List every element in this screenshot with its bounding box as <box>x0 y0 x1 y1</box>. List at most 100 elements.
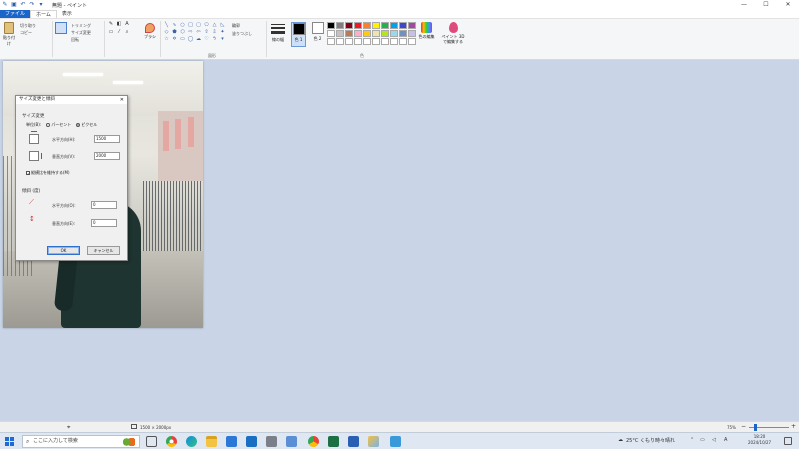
unit-pixels-radio[interactable]: ピクセル <box>76 122 97 128</box>
canvas-area[interactable]: サイズ変更と傾斜 ✕ サイズ変更 単位(B): パーセント ピクセル 水平方向(… <box>0 60 799 421</box>
cut-button[interactable]: 切り取り <box>20 22 36 29</box>
palette-swatch[interactable] <box>399 38 407 45</box>
down-arrow-shape-icon[interactable]: ⇩ <box>211 29 218 35</box>
tab-view[interactable]: 表示 <box>57 10 77 18</box>
tab-home[interactable]: ホーム <box>30 10 57 18</box>
save-icon[interactable]: ▣ <box>11 2 17 8</box>
select-button[interactable] <box>55 22 67 34</box>
palette-swatch[interactable] <box>363 30 371 37</box>
weather-icon[interactable]: ☁ <box>618 437 623 443</box>
pentagon-shape-icon[interactable]: ⬟ <box>171 29 178 35</box>
word-icon[interactable] <box>348 436 359 447</box>
size-button[interactable]: 線の幅 <box>269 22 287 46</box>
palette-swatch[interactable] <box>327 38 335 45</box>
clock[interactable]: 18:20 2024/10/27 <box>748 434 771 446</box>
heart-shape-icon[interactable]: ♡ <box>203 36 210 42</box>
palette-swatch[interactable] <box>390 30 398 37</box>
shape-fill-button[interactable]: 塗りつぶし <box>232 30 252 38</box>
magnifier-icon[interactable]: ⌕ <box>124 30 130 35</box>
triangle-shape-icon[interactable]: △ <box>211 22 218 28</box>
palette-swatch[interactable] <box>381 38 389 45</box>
redo-icon[interactable]: ↷ <box>29 2 35 8</box>
minimize-button[interactable]: — <box>733 0 755 10</box>
color1-button[interactable]: 色 1 <box>291 22 306 47</box>
shape-outline-button[interactable]: 輪郭 <box>232 22 252 30</box>
copy-button[interactable]: コピー <box>20 29 36 36</box>
line-shape-icon[interactable]: ╲ <box>163 22 170 28</box>
tray-chevron-icon[interactable]: ⌃ <box>690 437 694 443</box>
palette-swatch[interactable] <box>381 30 389 37</box>
palette-swatch[interactable] <box>327 22 335 29</box>
left-arrow-shape-icon[interactable]: ⇦ <box>195 29 202 35</box>
cancel-button[interactable]: キャンセル <box>87 246 120 255</box>
volume-icon[interactable]: ◁ <box>712 437 716 443</box>
eraser-icon[interactable]: ▭ <box>108 30 114 35</box>
star5-shape-icon[interactable]: ☆ <box>163 36 170 42</box>
callout-rect-shape-icon[interactable]: ▭ <box>179 36 186 42</box>
palette-swatch[interactable] <box>408 30 416 37</box>
chrome-2-icon[interactable] <box>308 436 319 447</box>
windows-start-icon[interactable] <box>5 437 14 446</box>
tab-file[interactable]: ファイル <box>0 10 31 18</box>
notification-icon[interactable] <box>784 437 792 445</box>
undo-icon[interactable]: ↶ <box>20 2 26 8</box>
oval-shape-icon[interactable]: ○ <box>179 22 186 28</box>
network-icon[interactable]: ▭ <box>700 437 705 443</box>
palette-swatch[interactable] <box>363 38 371 45</box>
color-picker-icon[interactable]: ⁄ <box>116 30 122 35</box>
paint-icon[interactable] <box>368 436 379 447</box>
task-view-icon[interactable] <box>146 436 157 447</box>
palette-swatch[interactable] <box>372 38 380 45</box>
text-icon[interactable]: A <box>124 22 130 27</box>
calculator-icon[interactable] <box>266 436 277 447</box>
palette-swatch[interactable] <box>336 30 344 37</box>
horizontal-input[interactable]: 1500 <box>94 135 120 143</box>
right-arrow-shape-icon[interactable]: ⇨ <box>187 29 194 35</box>
zoom-out-button[interactable]: − <box>741 423 746 430</box>
color2-button[interactable]: 色 2 <box>310 22 325 47</box>
edge-icon[interactable] <box>186 436 197 447</box>
excel-icon[interactable] <box>328 436 339 447</box>
remote-icon[interactable] <box>390 436 401 447</box>
close-button[interactable]: ✕ <box>777 0 799 10</box>
palette-swatch[interactable] <box>345 22 353 29</box>
store-icon[interactable] <box>226 436 237 447</box>
ime-indicator[interactable]: A <box>724 437 727 443</box>
palette-swatch[interactable] <box>327 30 335 37</box>
brushes-button[interactable]: ブラシ <box>143 22 157 44</box>
resize-button[interactable]: サイズ変更 <box>71 29 91 36</box>
hexagon-shape-icon[interactable]: ⬡ <box>179 29 186 35</box>
more-shapes-icon[interactable]: ▾ <box>219 36 226 42</box>
zoom-in-button[interactable]: + <box>791 423 796 430</box>
palette-swatch[interactable] <box>381 22 389 29</box>
palette-swatch[interactable] <box>363 22 371 29</box>
up-arrow-shape-icon[interactable]: ⇧ <box>203 29 210 35</box>
callout-oval-shape-icon[interactable]: ◯ <box>187 36 194 42</box>
skew-horizontal-input[interactable]: 0 <box>91 201 117 209</box>
right-triangle-shape-icon[interactable]: ◺ <box>219 22 226 28</box>
palette-swatch[interactable] <box>354 30 362 37</box>
dialog-close-button[interactable]: ✕ <box>120 96 124 104</box>
palette-swatch[interactable] <box>372 22 380 29</box>
file-explorer-icon[interactable] <box>206 436 217 447</box>
rectangle-shape-icon[interactable]: □ <box>187 22 194 28</box>
paste-button[interactable]: 貼り付け <box>2 21 16 46</box>
zoom-slider-thumb[interactable] <box>753 424 757 431</box>
palette-swatch[interactable] <box>390 38 398 45</box>
palette-swatch[interactable] <box>408 38 416 45</box>
polygon-shape-icon[interactable]: ⬠ <box>203 22 210 28</box>
curve-shape-icon[interactable]: ∿ <box>171 22 178 28</box>
palette-swatch[interactable] <box>399 30 407 37</box>
dropdown-icon[interactable]: ▾ <box>38 2 44 8</box>
palette-swatch[interactable] <box>336 38 344 45</box>
weather-text[interactable]: 25°C くもり時々晴れ <box>626 437 675 444</box>
crop-button[interactable]: トリミング <box>71 22 91 29</box>
chrome-icon[interactable] <box>166 436 177 447</box>
fill-icon[interactable]: ◧ <box>116 22 122 27</box>
unit-percent-radio[interactable]: パーセント <box>46 122 71 128</box>
maximize-button[interactable]: ☐ <box>755 0 777 10</box>
rotate-button[interactable]: 回転 <box>71 36 91 43</box>
palette-swatch[interactable] <box>372 30 380 37</box>
taskbar-search[interactable]: ⌕ ここに入力して検索 <box>22 435 140 448</box>
palette-swatch[interactable] <box>354 22 362 29</box>
